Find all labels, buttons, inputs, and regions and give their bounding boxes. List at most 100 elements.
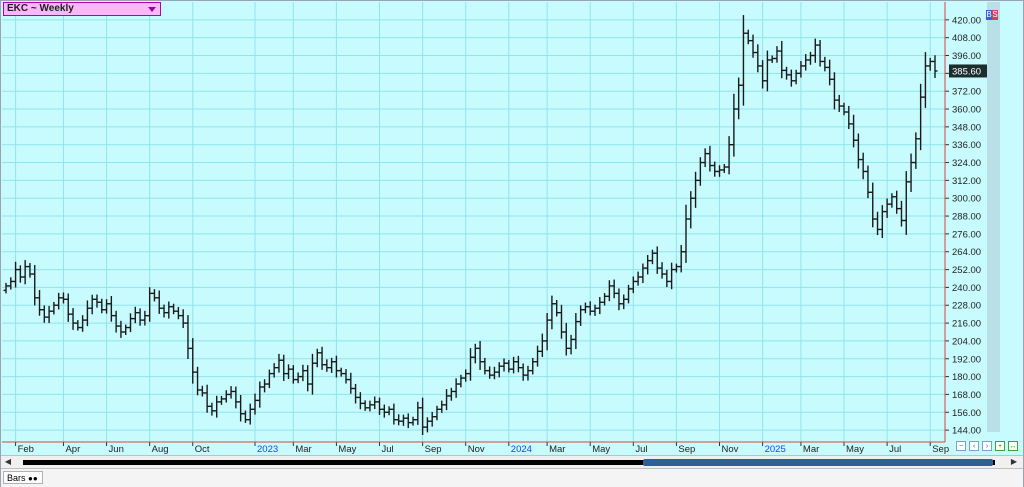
ohlc-bar	[530, 357, 536, 375]
x-tick-label: Nov	[468, 444, 485, 455]
ohlc-bar	[444, 389, 450, 411]
ohlc-bar	[918, 83, 924, 151]
ohlc-bar	[616, 288, 622, 311]
ohlc-bar	[630, 276, 636, 294]
ohlc-bar	[894, 190, 900, 214]
ohlc-bar	[573, 313, 579, 350]
y-tick-label: 144.00	[952, 426, 981, 437]
ohlc-bar	[468, 348, 473, 381]
ohlc-bar	[195, 366, 201, 396]
ohlc-bar	[314, 348, 320, 368]
ohlc-bar	[113, 310, 119, 333]
ohlc-bar	[908, 153, 914, 192]
ohlc-bar	[362, 400, 368, 411]
y-tick-label: 180.00	[952, 372, 981, 383]
ohlc-bar	[913, 132, 919, 169]
x-tick-label: Feb	[18, 444, 34, 455]
ohlc-bar	[491, 366, 497, 380]
scroll-thumb[interactable]	[643, 459, 993, 466]
ohlc-bar	[525, 365, 531, 381]
ohlc-bar	[558, 304, 564, 339]
y-tick-label: 168.00	[952, 390, 981, 401]
ohlc-bar	[549, 295, 555, 330]
ohlc-bar	[372, 396, 378, 409]
pan-right-icon[interactable]: ›	[982, 441, 992, 451]
y-tick-label: 216.00	[952, 319, 981, 330]
y-tick-label: 312.00	[952, 176, 981, 187]
ohlc-bars	[3, 15, 938, 435]
pan-left-icon[interactable]: ‹	[969, 441, 979, 451]
ohlc-bar	[209, 402, 215, 416]
ohlc-bar	[769, 55, 775, 63]
ohlc-bar	[353, 383, 359, 404]
ohlc-bar	[41, 305, 47, 323]
ohlc-bar	[788, 69, 794, 87]
x-tick-label: Nov	[722, 444, 739, 455]
ohlc-bar	[707, 145, 713, 172]
ohlc-bar	[717, 165, 723, 177]
ohlc-bar	[731, 93, 737, 157]
ohlc-bar	[611, 279, 617, 299]
dropdown-arrow-icon	[148, 7, 156, 12]
ohlc-bar	[271, 363, 277, 378]
ohlc-bar	[166, 301, 172, 319]
ohlc-bar	[740, 15, 746, 106]
ohlc-bar	[238, 394, 244, 422]
horizontal-gridlines	[2, 19, 945, 431]
ohlc-bar	[736, 77, 742, 120]
scroll-right-icon[interactable]: ▶	[1009, 456, 1019, 468]
fit-icon[interactable]: ↔	[1008, 441, 1018, 451]
y-tick-label: 288.00	[952, 212, 981, 223]
ohlc-bar	[305, 365, 311, 392]
corner-badges[interactable]: BS	[986, 10, 998, 20]
ohlc-bar	[405, 413, 411, 429]
ohlc-bar	[932, 55, 938, 78]
ohlc-bar	[875, 211, 881, 236]
ohlc-bar	[309, 353, 315, 395]
ohlc-bar	[764, 50, 770, 92]
y-tick-label: 420.00	[952, 15, 981, 26]
ohlc-bar	[726, 136, 732, 175]
ohlc-bar	[429, 411, 435, 427]
ohlc-bar	[798, 60, 804, 78]
y-tick-label: 252.00	[952, 265, 981, 276]
price-chart[interactable]: 144.00 156.00 168.00 180.00 192.00 204.00 216.…	[2, 2, 1023, 468]
ohlc-bar	[13, 261, 19, 288]
x-tick-label: Apr	[65, 444, 80, 455]
ohlc-bar	[104, 299, 110, 314]
y-tick-label: 300.00	[952, 194, 981, 205]
ohlc-bar	[602, 293, 608, 306]
ohlc-bar	[635, 271, 641, 286]
ohlc-bar	[506, 359, 512, 373]
zoom-in-icon[interactable]: +	[995, 441, 1005, 451]
ohlc-bar	[161, 304, 167, 318]
ohlc-bar	[721, 164, 727, 173]
scroll-left-icon[interactable]: ◀	[3, 456, 13, 468]
ohlc-bar	[697, 157, 703, 186]
ohlc-bar	[793, 69, 799, 85]
ohlc-bar	[218, 395, 224, 405]
ohlc-bar	[262, 379, 268, 393]
ohlc-bar	[420, 397, 426, 435]
symbol-selector[interactable]: EKC ~ Weekly	[3, 2, 161, 16]
ohlc-bar	[175, 306, 181, 320]
badge-s[interactable]: S	[992, 10, 998, 20]
chart-window: 144.00 156.00 168.00 180.00 192.00 204.00 216.…	[0, 0, 1024, 487]
ohlc-bar	[415, 401, 421, 425]
ohlc-bar	[300, 364, 306, 382]
ohlc-bar	[827, 59, 833, 86]
zoom-out-icon[interactable]: −	[956, 441, 966, 451]
ohlc-bar	[108, 295, 114, 322]
ohlc-bar	[290, 365, 296, 384]
ohlc-bar	[214, 395, 220, 418]
ohlc-bar	[27, 263, 33, 278]
ohlc-bar	[17, 265, 23, 283]
ohlc-bar	[386, 406, 392, 416]
ohlc-bar	[755, 44, 761, 73]
time-scrollbar[interactable]: ◀ ▶	[1, 455, 1023, 468]
ohlc-bar	[252, 393, 258, 415]
ohlc-bar	[410, 416, 416, 426]
bars-tab[interactable]: Bars ●●	[3, 471, 43, 484]
ohlc-bar	[247, 403, 253, 425]
ohlc-bar	[75, 320, 81, 331]
